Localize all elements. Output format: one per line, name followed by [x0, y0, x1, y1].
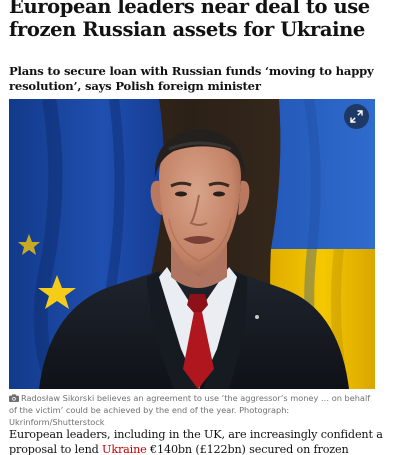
- ukraine-link[interactable]: Ukraine: [102, 443, 147, 455]
- camera-icon: [9, 394, 19, 402]
- expand-arrows-icon: [350, 110, 363, 123]
- headline: European leaders near deal to use frozen…: [9, 0, 370, 41]
- expand-image-button[interactable]: [344, 104, 369, 129]
- article-body: European leaders, including in the UK, a…: [9, 427, 395, 455]
- image-caption-text: Radosław Sikorski believes an agreement …: [9, 393, 371, 427]
- main-photo: [9, 99, 375, 389]
- image-caption: Radosław Sikorski believes an agreement …: [9, 392, 379, 428]
- standfirst: Plans to secure loan with Russian funds …: [9, 64, 374, 93]
